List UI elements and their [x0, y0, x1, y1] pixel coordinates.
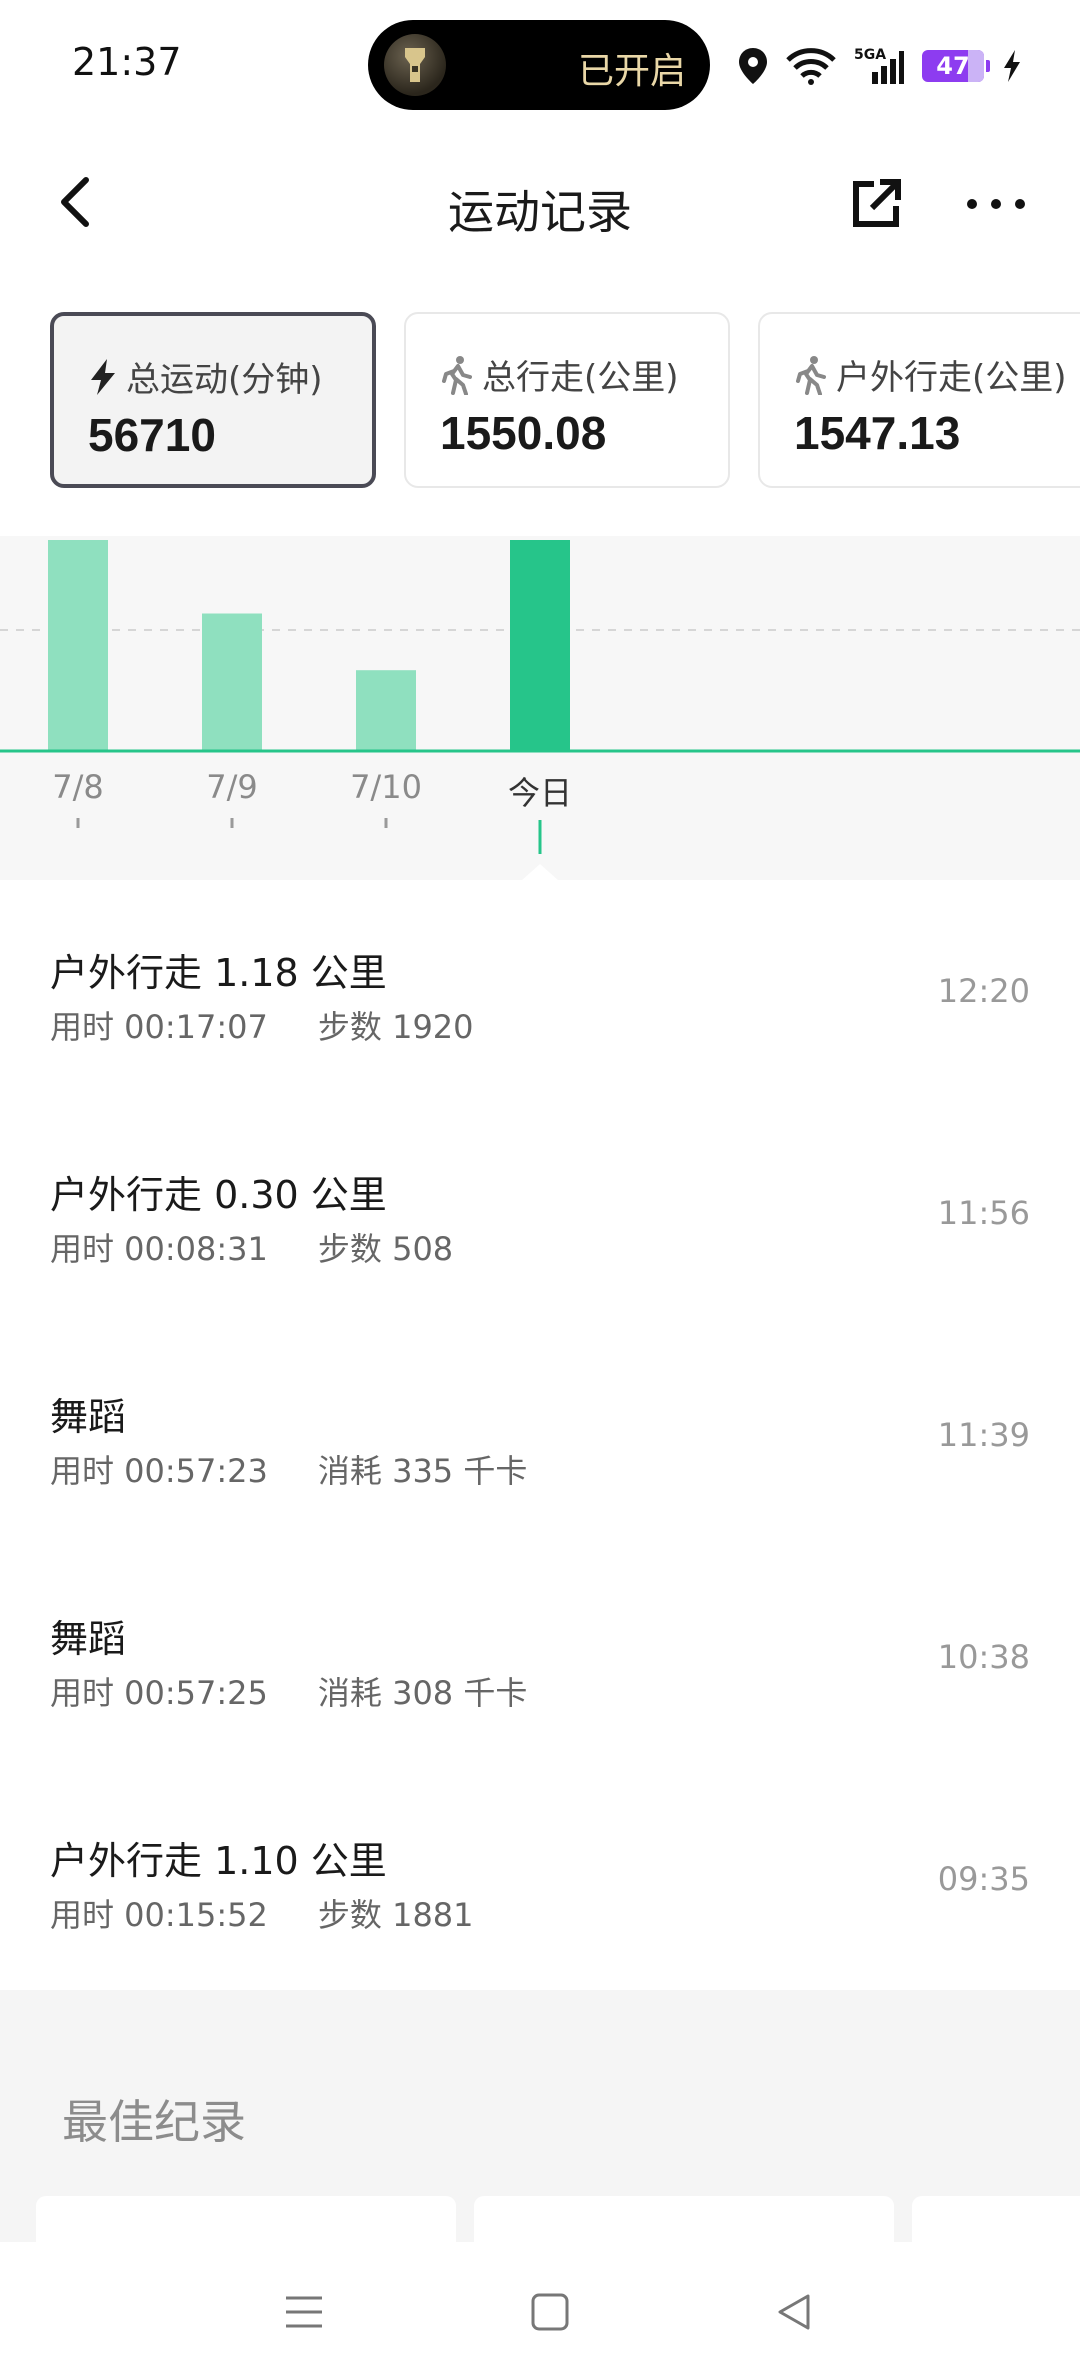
workout-time: 09:35: [937, 1860, 1030, 1898]
workout-metric: 步数 508: [317, 1230, 454, 1268]
workout-time: 12:20: [937, 972, 1030, 1010]
workout-time: 10:38: [937, 1638, 1030, 1676]
workout-details: 用时 00:57:25 消耗 308 千卡: [50, 1668, 527, 1714]
workout-time: 11:56: [937, 1194, 1030, 1232]
menu-button[interactable]: [282, 2290, 326, 2334]
status-time: 21:37: [72, 40, 182, 84]
share-button[interactable]: [846, 174, 906, 234]
status-bar: 21:37 已开启 5GA 47: [0, 0, 1080, 130]
workout-list-item[interactable]: 舞蹈用时 00:57:25 消耗 308 千卡 10:38: [0, 1546, 1080, 1768]
chart-bar[interactable]: [48, 540, 108, 750]
card-label: 总行走(公里): [482, 358, 679, 398]
menu-icon: [286, 2296, 322, 2328]
back-nav-button[interactable]: [772, 2290, 816, 2334]
workout-list-item[interactable]: 舞蹈用时 00:57:23 消耗 335 千卡 11:39: [0, 1324, 1080, 1546]
workout-list-item[interactable]: 户外行走 1.10 公里用时 00:15:52 步数 1881 09:35: [0, 1768, 1080, 1990]
workout-duration: 用时 00:57:25: [50, 1674, 268, 1712]
card-value: 1547.13: [794, 407, 961, 459]
walk-icon: [796, 355, 826, 395]
metric-card-total-walk[interactable]: 总行走(公里) 1550.08: [404, 312, 730, 488]
chart-bar[interactable]: [202, 613, 262, 751]
walk-icon: [442, 355, 472, 395]
chart-day-label[interactable]: 7/9: [206, 768, 258, 806]
workout-metric: 步数 1881: [317, 1896, 474, 1934]
metric-card-outdoor-walk[interactable]: 户外行走(公里) 1547.13: [758, 312, 1080, 488]
chart-bar[interactable]: [510, 540, 570, 750]
workout-duration: 用时 00:15:52: [50, 1896, 268, 1934]
wifi-icon: [786, 48, 836, 85]
home-icon: [531, 2293, 569, 2331]
battery-icon: 47: [922, 50, 990, 82]
card-label: 户外行走(公里): [836, 358, 1067, 398]
workout-details: 用时 00:08:31 步数 508: [50, 1224, 453, 1270]
workout-duration: 用时 00:08:31: [50, 1230, 268, 1268]
workout-list-item[interactable]: 户外行走 0.30 公里用时 00:08:31 步数 508 11:56: [0, 1102, 1080, 1324]
workout-metric: 消耗 335 千卡: [317, 1452, 528, 1490]
chart-bar[interactable]: [356, 670, 416, 750]
location-icon: [739, 48, 767, 84]
best-records-section: 最佳纪录: [0, 1990, 1080, 2256]
more-icon: [967, 199, 1025, 209]
page-title: 运动记录: [448, 185, 632, 239]
home-button[interactable]: [528, 2290, 572, 2334]
metric-card-total-exercise[interactable]: 总运动(分钟) 56710: [50, 312, 376, 488]
card-value: 1550.08: [440, 407, 607, 459]
best-records-title: 最佳纪录: [62, 2095, 246, 2149]
workout-time: 11:39: [937, 1416, 1030, 1454]
chart-day-label[interactable]: 7/8: [52, 768, 104, 806]
workout-duration: 用时 00:17:07: [50, 1008, 268, 1046]
header: 运动记录: [0, 150, 1080, 260]
workout-title: 户外行走 1.10 公里: [50, 1839, 387, 1883]
share-icon: [853, 179, 901, 227]
card-value: 56710: [88, 409, 216, 461]
workout-title: 舞蹈: [50, 1395, 127, 1439]
system-nav-bar: [0, 2242, 1080, 2376]
chart-day-label[interactable]: 今日: [508, 768, 572, 814]
workout-title: 户外行走 1.18 公里: [50, 951, 387, 995]
workout-title: 户外行走 0.30 公里: [50, 1173, 387, 1217]
metric-cards: 总运动(分钟) 56710 总行走(公里) 1550.08 户外行走(公里) 1…: [0, 312, 1080, 492]
workout-duration: 用时 00:57:23: [50, 1452, 268, 1490]
lightning-icon: [91, 358, 115, 395]
chart-day-label[interactable]: 7/10: [350, 768, 422, 806]
back-triangle-icon: [778, 2294, 810, 2330]
flashlight-status: 已开启: [577, 51, 686, 92]
workout-title: 舞蹈: [50, 1617, 127, 1661]
dynamic-island[interactable]: 已开启: [368, 20, 710, 110]
flashlight-icon: [384, 34, 446, 96]
signal-icon: 5GA: [854, 47, 904, 84]
workout-list: 户外行走 1.18 公里 用时 00:17:07 步数 1920 12:20 户外行走 …: [0, 880, 1080, 1990]
workout-details: 用时 00:17:07 步数 1920: [50, 1002, 474, 1048]
charging-icon: [1004, 50, 1020, 82]
activity-bar-chart[interactable]: 7/8 7/9 7/10 今日: [0, 536, 1080, 880]
workout-details: 用时 00:15:52 步数 1881: [50, 1890, 474, 1936]
workout-details: 用时 00:57:23 消耗 335 千卡: [50, 1446, 527, 1492]
selection-pointer: [522, 864, 558, 880]
card-label: 总运动(分钟): [126, 360, 323, 400]
workout-list-item[interactable]: 户外行走 1.18 公里用时 00:17:07 步数 1920 12:20: [0, 880, 1080, 1102]
chart-canvas: [0, 540, 1080, 880]
workout-metric: 步数 1920: [317, 1008, 474, 1046]
more-button[interactable]: [960, 174, 1032, 234]
svg-text:5GA: 5GA: [854, 47, 886, 63]
workout-metric: 消耗 308 千卡: [317, 1674, 528, 1712]
